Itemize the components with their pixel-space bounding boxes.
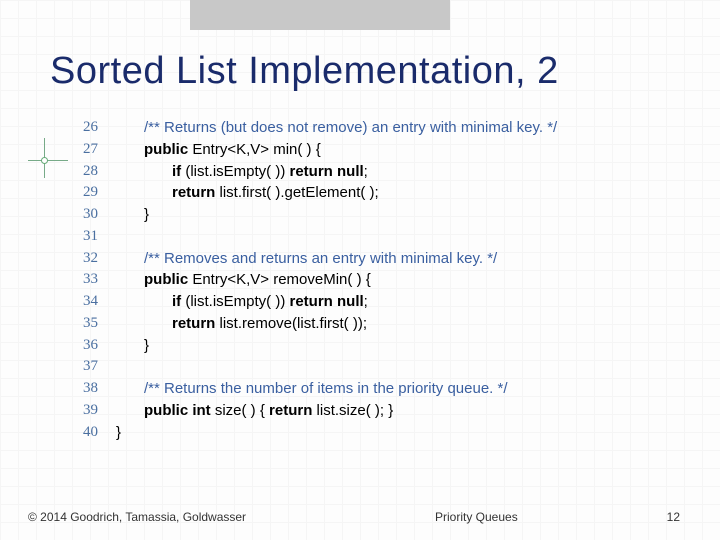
line-number: 33 xyxy=(82,269,116,291)
code-text: return list.first( ).getElement( ); xyxy=(116,182,680,204)
code-line: 31 xyxy=(82,226,680,248)
line-number: 28 xyxy=(82,161,116,183)
code-line: 38/** Returns the number of items in the… xyxy=(82,378,680,400)
slide-footer: © 2014 Goodrich, Tamassia, Goldwasser Pr… xyxy=(0,510,720,524)
code-line: 30} xyxy=(82,204,680,226)
code-text: return list.remove(list.first( )); xyxy=(116,313,680,335)
line-number: 35 xyxy=(82,313,116,335)
code-text xyxy=(116,356,680,378)
code-line: 40} xyxy=(82,422,680,444)
code-listing: 26/** Returns (but does not remove) an e… xyxy=(82,117,680,443)
code-text: } xyxy=(116,335,680,357)
code-line: 29return list.first( ).getElement( ); xyxy=(82,182,680,204)
code-text: } xyxy=(116,204,680,226)
code-text: public int size( ) { return list.size( )… xyxy=(116,400,680,422)
code-text: } xyxy=(116,422,680,444)
code-line: 32/** Removes and returns an entry with … xyxy=(82,248,680,270)
code-line: 35return list.remove(list.first( )); xyxy=(82,313,680,335)
line-number: 29 xyxy=(82,182,116,204)
footer-copyright: © 2014 Goodrich, Tamassia, Goldwasser xyxy=(28,510,246,524)
line-number: 26 xyxy=(82,117,116,139)
code-text: public Entry<K,V> removeMin( ) { xyxy=(116,269,680,291)
footer-topic: Priority Queues xyxy=(246,510,667,524)
line-number: 30 xyxy=(82,204,116,226)
code-line: 36} xyxy=(82,335,680,357)
code-text: public Entry<K,V> min( ) { xyxy=(116,139,680,161)
code-line: 34if (list.isEmpty( )) return null; xyxy=(82,291,680,313)
code-text: /** Removes and returns an entry with mi… xyxy=(116,248,680,270)
line-number: 34 xyxy=(82,291,116,313)
code-text: /** Returns the number of items in the p… xyxy=(116,378,680,400)
code-line: 26/** Returns (but does not remove) an e… xyxy=(82,117,680,139)
line-number: 40 xyxy=(82,422,116,444)
slide-content: Sorted List Implementation, 2 26/** Retu… xyxy=(0,0,720,443)
code-text: if (list.isEmpty( )) return null; xyxy=(116,161,680,183)
code-line: 27public Entry<K,V> min( ) { xyxy=(82,139,680,161)
code-line: 37 xyxy=(82,356,680,378)
code-text xyxy=(116,226,680,248)
line-number: 32 xyxy=(82,248,116,270)
slide-title: Sorted List Implementation, 2 xyxy=(50,50,680,93)
line-number: 37 xyxy=(82,356,116,378)
line-number: 39 xyxy=(82,400,116,422)
code-line: 28if (list.isEmpty( )) return null; xyxy=(82,161,680,183)
bullet-decoration-icon xyxy=(34,150,56,172)
code-line: 33public Entry<K,V> removeMin( ) { xyxy=(82,269,680,291)
line-number: 31 xyxy=(82,226,116,248)
code-line: 39public int size( ) { return list.size(… xyxy=(82,400,680,422)
code-text: /** Returns (but does not remove) an ent… xyxy=(116,117,680,139)
line-number: 36 xyxy=(82,335,116,357)
footer-page: 12 xyxy=(667,510,680,524)
line-number: 38 xyxy=(82,378,116,400)
code-text: if (list.isEmpty( )) return null; xyxy=(116,291,680,313)
line-number: 27 xyxy=(82,139,116,161)
